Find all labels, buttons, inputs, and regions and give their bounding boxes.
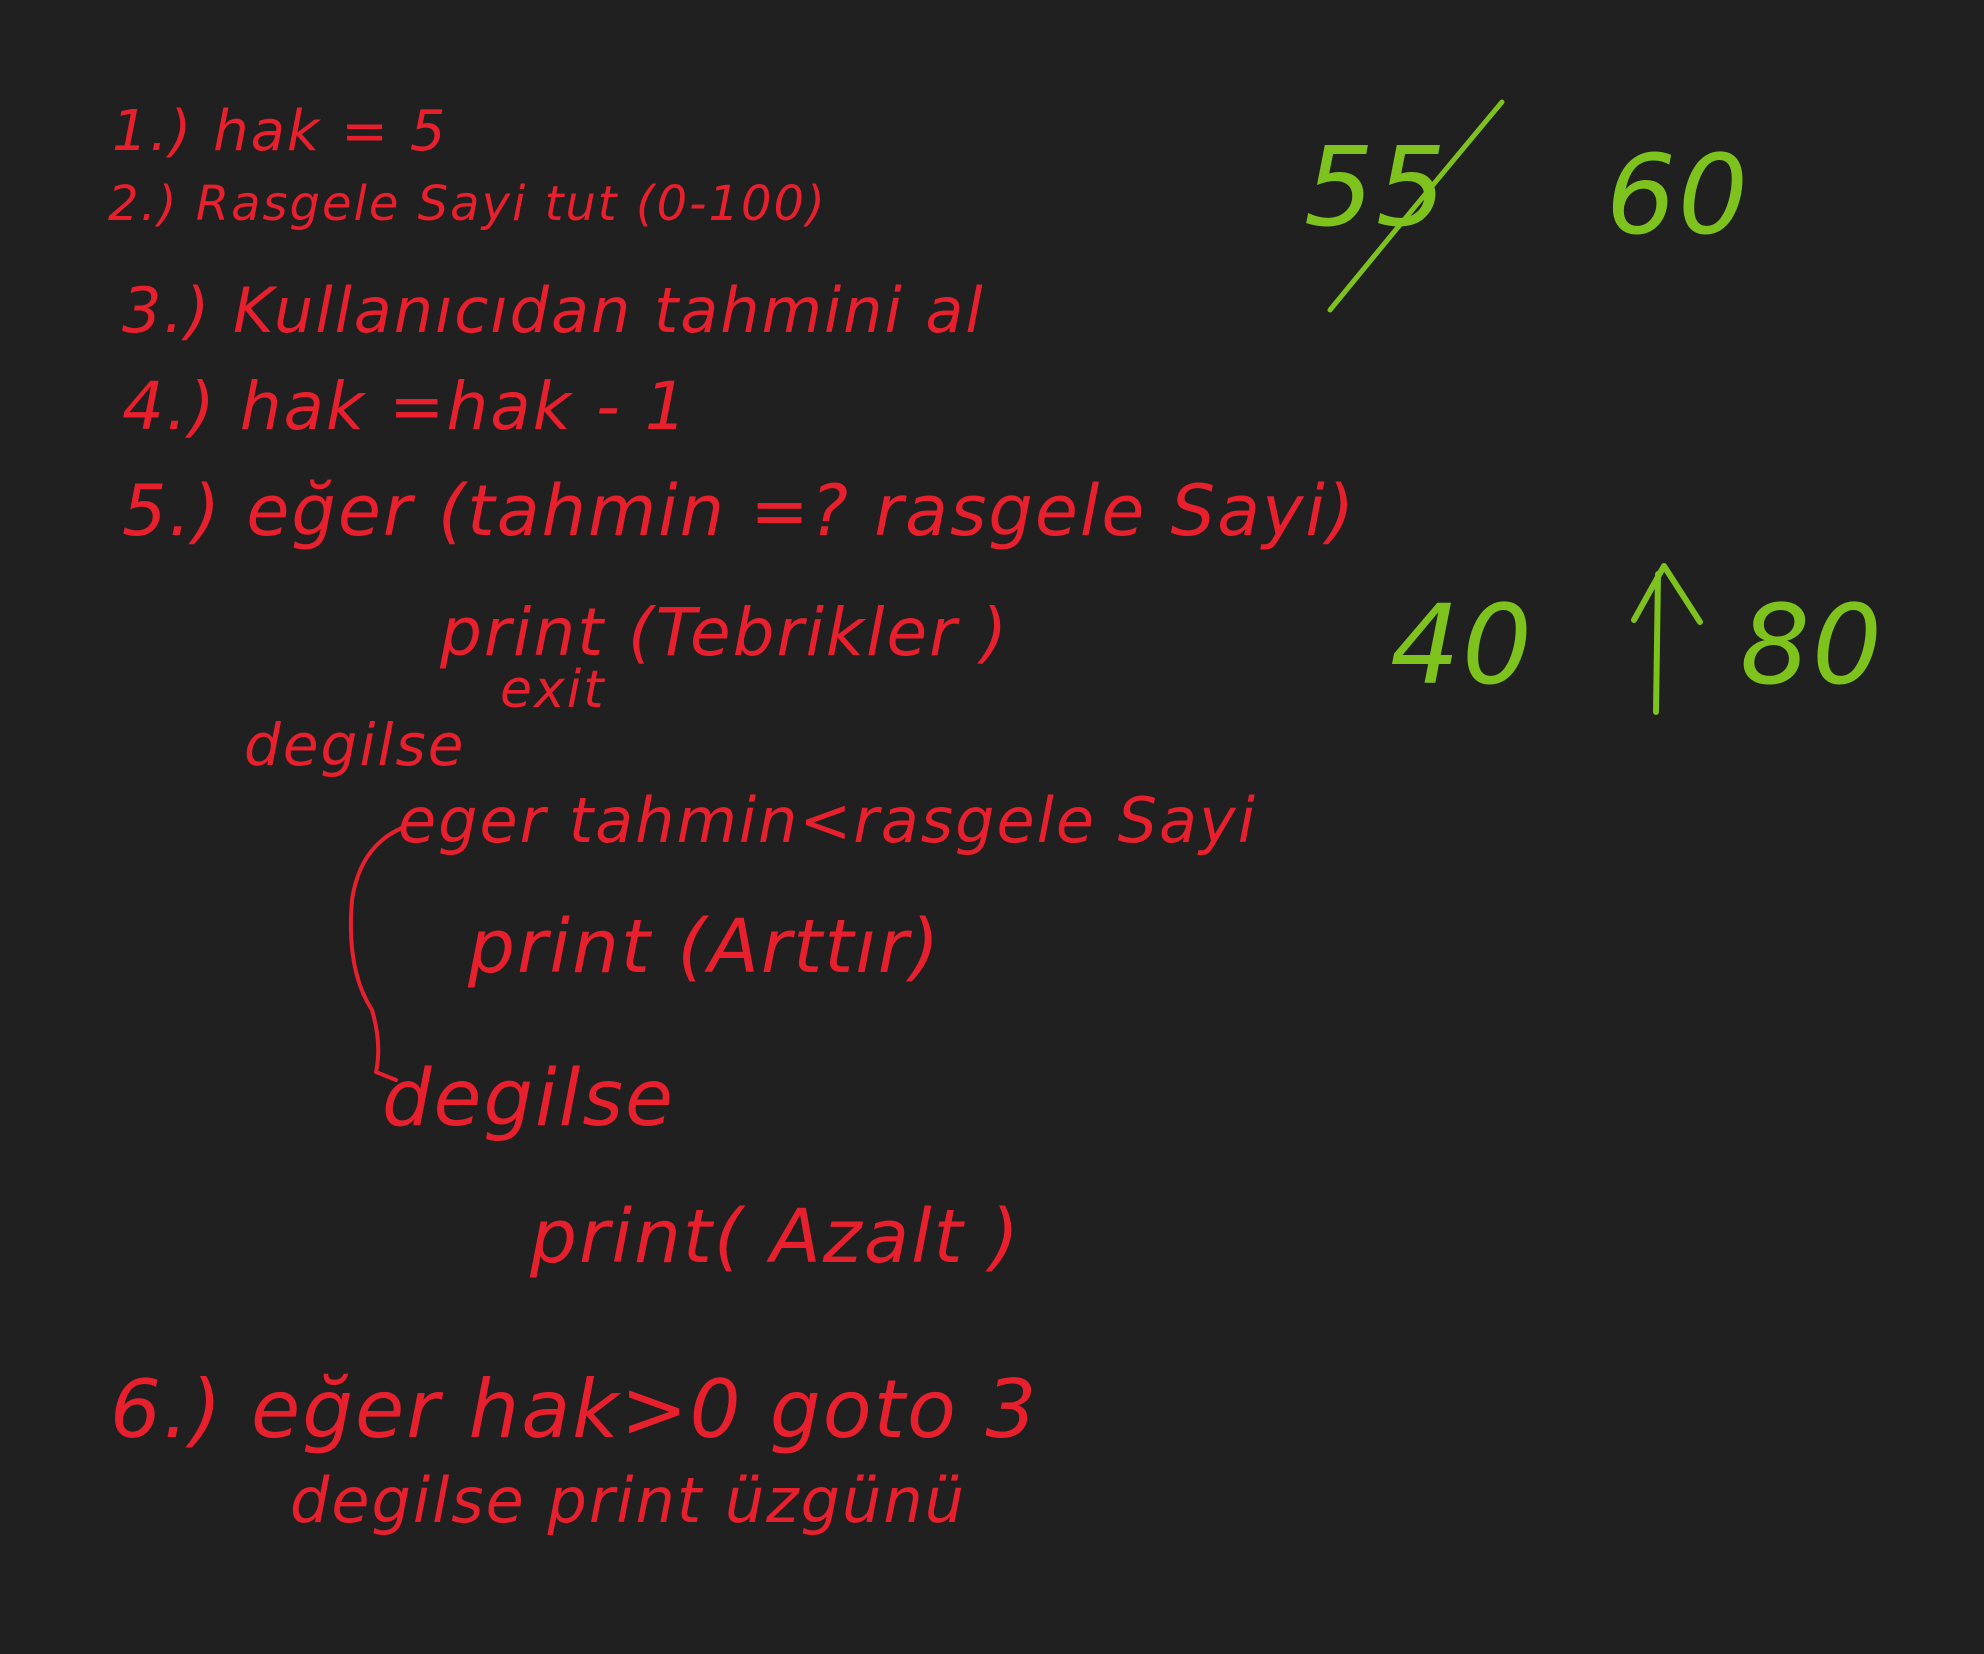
final-else-text: degilse print üzgünü bbox=[290, 1464, 966, 1537]
exit-text: exit bbox=[500, 660, 606, 720]
nested-if-text: eger tahmin<rasgele Sayi bbox=[398, 784, 1257, 857]
step-1-text: 1.) hak = 5 bbox=[112, 99, 448, 164]
step-6-text: 6.) eğer hak>0 goto 3 bbox=[110, 1363, 1039, 1456]
step-4-text: 4.) hak =hak - 1 bbox=[122, 368, 689, 445]
crossed-number-repeat: 5 bbox=[1376, 123, 1448, 251]
number-60-note: 60 bbox=[1606, 131, 1750, 259]
crossed-number: 5 bbox=[1304, 123, 1376, 251]
step-2-text: 2.) Rasgele Sayi tut (0-100) bbox=[108, 176, 827, 232]
drawing-canvas: 1.) hak = 5 2.) Rasgele Sayi tut (0-100)… bbox=[0, 0, 1984, 1654]
step-5-text: 5.) eğer (tahmin =? rasgele Sayi) bbox=[122, 470, 1357, 552]
else-text: degilse bbox=[244, 711, 466, 779]
crossed-number-note: 55 bbox=[1304, 132, 1448, 242]
print-tebrikler-text: print (Tebrikler ) bbox=[440, 594, 1009, 671]
step-3-text: 3.) Kullanıcıdan tahmini al bbox=[122, 274, 985, 347]
branch-bracket-stroke bbox=[348, 826, 404, 1082]
number-80-note: 80 bbox=[1740, 581, 1884, 709]
nested-else-text: degilse bbox=[382, 1054, 675, 1144]
print-azalt-text: print( Azalt ) bbox=[530, 1194, 1022, 1280]
print-arttir-text: print (Arttır) bbox=[468, 904, 942, 990]
up-arrow-icon bbox=[1631, 563, 1703, 715]
number-40-note: 40 bbox=[1390, 581, 1534, 709]
